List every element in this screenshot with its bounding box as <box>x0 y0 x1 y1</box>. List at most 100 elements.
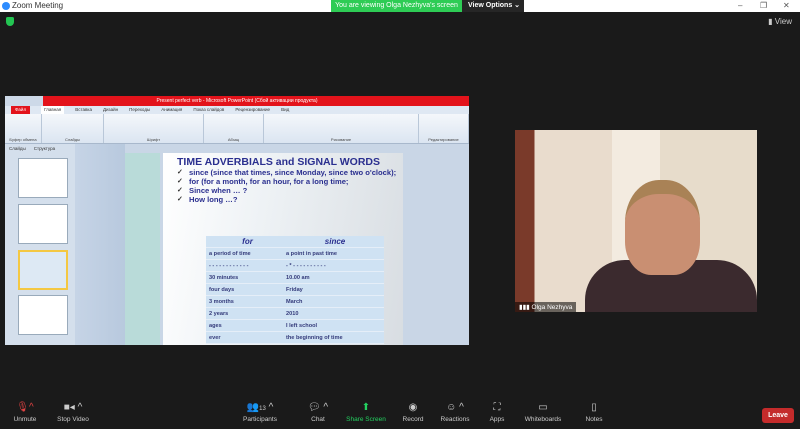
cell: 2 years <box>209 311 229 317</box>
ribbon-group: Буфер обмена <box>5 114 42 143</box>
ribbon-group: Шрифт <box>104 114 204 143</box>
participant-video[interactable]: ▮▮▮ Olga Nezhyva <box>515 130 757 312</box>
table-row: a period of time a point in past time <box>206 248 384 260</box>
security-shield-icon[interactable] <box>6 17 14 26</box>
cell: 30 minutes <box>209 275 239 281</box>
slide-bullet: since (since that times, since Monday, s… <box>169 168 397 177</box>
slide-thumbnail[interactable] <box>18 295 68 335</box>
ppt-ribbon-tabs: Файл Главная Вставка Дизайн Переходы Ани… <box>5 106 469 114</box>
chat-icon: 💬︎ ^ <box>307 402 329 413</box>
tab-slides[interactable]: Слайды <box>9 146 26 151</box>
ppt-tab[interactable]: Анимация <box>161 106 182 114</box>
cell: ages <box>209 323 222 329</box>
leave-button[interactable]: Leave <box>762 408 794 423</box>
notes-button[interactable]: ▯ Notes <box>569 402 619 423</box>
zoom-logo-icon <box>2 2 10 10</box>
unmute-button[interactable]: 🎙︎^ Unmute <box>0 402 50 423</box>
apps-icon: ⛶ <box>493 402 501 413</box>
table-row: 3 months March <box>206 296 384 308</box>
shared-screen-powerpoint: Present perfect verb - Microsoft PowerPo… <box>5 96 469 345</box>
whiteboards-label: Whiteboards <box>524 416 562 423</box>
cell: 3 months <box>209 299 234 305</box>
cell: a period of time <box>209 251 251 257</box>
cell: 10.00 am <box>286 275 310 281</box>
table-row: ever the beginning of time <box>206 332 384 344</box>
group-label: Абзац <box>227 137 240 142</box>
cell: the beginning of time <box>286 335 343 341</box>
muted-mic-icon: 🎙︎^ <box>16 402 34 413</box>
table-row: - - - - - - - - - - - - - * - - - - - - -… <box>206 260 384 272</box>
slide-bullet: for (for a month, for an hour, for a lon… <box>169 177 397 186</box>
ppt-tab[interactable]: Вид <box>281 106 289 114</box>
slides-panel: Слайды Структура <box>5 144 75 345</box>
meeting-toolbar: 🎙︎^ Unmute ■◂ ^ Stop Video 👥13 ^ Participan… <box>0 398 800 429</box>
cell: ever <box>209 335 221 341</box>
ppt-title: Present perfect verb - Microsoft PowerPo… <box>156 98 318 104</box>
stop-video-button[interactable]: ■◂ ^ Stop Video <box>48 402 98 423</box>
ribbon-group: Редактирование <box>419 114 469 143</box>
slide-bullet: How long …? <box>169 195 397 204</box>
reactions-label: Reactions <box>440 416 470 423</box>
quick-access-toolbar[interactable] <box>5 96 43 106</box>
view-options-button[interactable]: View Options ⌄ <box>462 0 524 12</box>
ribbon-group: Абзац <box>204 114 264 143</box>
ribbon-group: Слайды <box>42 114 104 143</box>
header-cell: since <box>324 237 346 246</box>
window-title: Zoom Meeting <box>12 1 64 10</box>
view-options-label: View Options <box>468 2 513 9</box>
video-camera-icon: ■◂ ^ <box>63 402 83 413</box>
group-label: Редактирование <box>428 137 459 142</box>
participant-name-tag: ▮▮▮ Olga Nezhyva <box>515 302 577 312</box>
view-button[interactable]: ▮ View <box>768 17 792 26</box>
table-row: 2 years 2010 <box>206 308 384 320</box>
cell: 2010 <box>286 311 299 317</box>
participants-icon: 👥13 ^ <box>246 402 274 413</box>
whiteboards-button[interactable]: ▭ Whiteboards <box>518 402 568 423</box>
share-screen-label: Share Screen <box>346 416 386 423</box>
for-since-table: for since a period of time a point in past… <box>206 236 384 344</box>
notes-icon: ▯ <box>591 402 597 413</box>
table-header: for since <box>206 236 384 248</box>
slide-title: TIME ADVERBIALS and SIGNAL WORDS <box>177 156 381 168</box>
slide-thumbnail[interactable] <box>18 158 68 198</box>
participants-label: Participants <box>243 416 277 423</box>
viewing-banner: You are viewing Olga Nezhyva's screen <box>331 0 462 12</box>
chat-button[interactable]: 💬︎ ^ Chat <box>293 402 343 423</box>
cell: Friday <box>286 287 303 293</box>
ppt-ribbon: Буфер обмена Слайды Шрифт Абзац Рисовани… <box>5 114 469 144</box>
table-row: 30 minutes 10.00 am <box>206 272 384 284</box>
restore-icon[interactable]: ❐ <box>760 1 767 10</box>
share-screen-button[interactable]: ⬆ Share Screen <box>341 402 391 423</box>
slide-bullet: Since when … ? <box>169 186 397 195</box>
participants-count: 13 <box>259 406 266 412</box>
group-label: Шрифт <box>146 137 161 142</box>
cell: four days <box>209 287 235 293</box>
cell: a point in past time <box>286 251 337 257</box>
slide-thumbnail[interactable] <box>18 204 68 244</box>
apps-button[interactable]: ⛶ Apps <box>472 402 522 423</box>
group-label: Слайды <box>65 137 80 142</box>
share-screen-icon: ⬆ <box>361 402 371 413</box>
header-cell: for <box>242 237 253 246</box>
unmute-label: Unmute <box>13 416 37 423</box>
editor-background <box>75 144 125 345</box>
ppt-tab[interactable]: Файл <box>11 106 31 114</box>
ribbon-group: Рисование <box>264 114 419 143</box>
video-person-face <box>625 180 700 275</box>
ppt-tab[interactable]: Переходы <box>129 106 150 114</box>
stop-video-label: Stop Video <box>57 416 89 423</box>
slide-thumbnail-selected[interactable] <box>18 250 68 290</box>
view-label: View <box>774 17 792 26</box>
apps-label: Apps <box>489 416 505 423</box>
ppt-tab[interactable]: Дизайн <box>103 106 118 114</box>
tab-outline[interactable]: Структура <box>34 146 55 151</box>
ppt-tab[interactable]: Главная <box>41 106 65 114</box>
slide-canvas: TIME ADVERBIALS and SIGNAL WORDS since (… <box>163 153 403 345</box>
participants-button[interactable]: 👥13 ^ Participants <box>235 402 285 423</box>
ppt-tab[interactable]: Показ слайдов <box>193 106 224 114</box>
ppt-tab[interactable]: Вставка <box>75 106 92 114</box>
close-icon[interactable]: ✕ <box>783 1 790 10</box>
minimize-icon[interactable]: – <box>738 1 742 10</box>
whiteboard-icon: ▭ <box>538 402 548 413</box>
ppt-tab[interactable]: Рецензирование <box>235 106 270 114</box>
